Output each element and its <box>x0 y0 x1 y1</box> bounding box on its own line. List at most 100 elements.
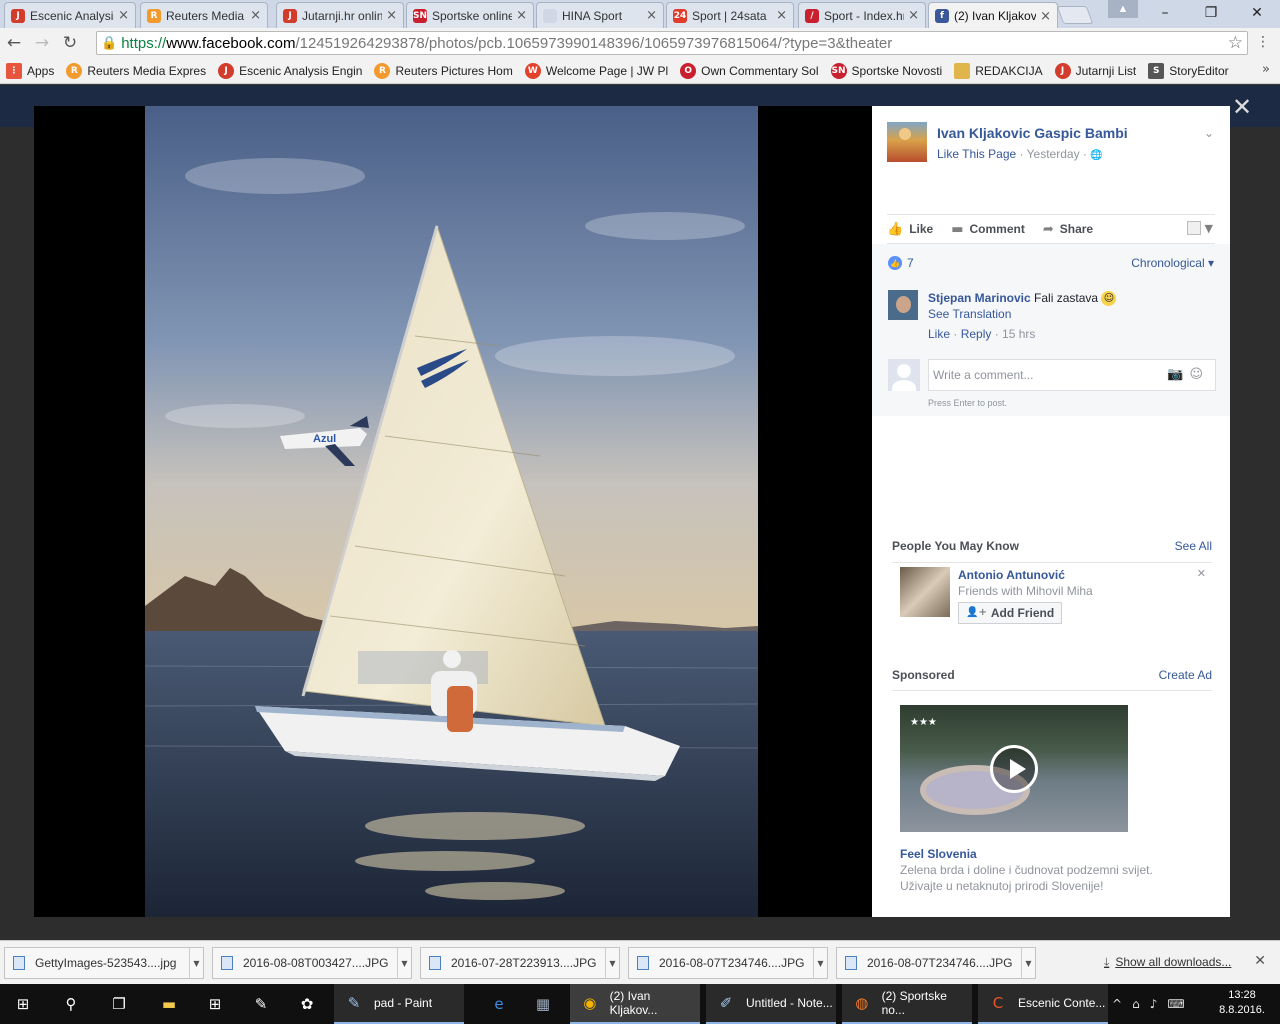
forward-button[interactable]: → <box>28 33 56 53</box>
browser-tab[interactable]: R Reuters Media Ex × <box>140 2 268 28</box>
chrome-menu-icon[interactable]: ⋮ <box>1256 34 1270 50</box>
tab-close-icon[interactable]: × <box>1040 9 1051 24</box>
address-bar[interactable]: 🔒 https://www.facebook.com/1245192642938… <box>96 31 1248 55</box>
browser-tab[interactable]: J Escenic Analysis × <box>4 2 136 28</box>
tab-close-icon[interactable]: × <box>386 8 397 23</box>
gimp-button[interactable]: ✎ <box>238 984 284 1024</box>
commenter-avatar[interactable] <box>888 290 918 320</box>
bookmark-item[interactable]: W Welcome Page | JW Pl <box>524 62 668 79</box>
tab-close-icon[interactable]: × <box>908 8 919 23</box>
like-page-link[interactable]: Like This Page <box>937 147 1016 161</box>
bookmark-item[interactable]: R Reuters Media Expres <box>66 62 206 79</box>
bookmark-star-icon[interactable]: ☆ <box>1228 33 1243 53</box>
download-menu-chevron-icon[interactable]: ▼ <box>189 948 203 978</box>
clock[interactable]: 13:28 8.8.2016. <box>1216 988 1268 1018</box>
download-item[interactable]: 2016-07-28T223913....JPG ▼ <box>420 947 620 979</box>
taskbar-pinned-app[interactable]: ▦ <box>520 984 566 1024</box>
comment-order-dropdown[interactable]: Chronological ▾ <box>1131 256 1214 270</box>
taskbar-pinned-app[interactable]: e <box>476 984 522 1024</box>
download-menu-chevron-icon[interactable]: ▼ <box>1021 948 1035 978</box>
search-button[interactable]: ⚲ <box>48 984 94 1024</box>
tab-close-icon[interactable]: × <box>516 8 527 23</box>
store-button[interactable]: ⊞ <box>192 984 238 1024</box>
show-all-downloads-link[interactable]: ⤓ Show all downloads... <box>1104 955 1231 970</box>
bookmark-item[interactable]: REDAKCIJA <box>954 62 1043 79</box>
download-menu-chevron-icon[interactable]: ▼ <box>813 948 827 978</box>
dismiss-icon[interactable]: ✕ <box>1197 567 1206 580</box>
comment-like-link[interactable]: Like <box>928 327 950 341</box>
browser-tab[interactable]: J Jutarnji.hr online × <box>276 2 404 28</box>
download-menu-chevron-icon[interactable]: ▼ <box>605 948 619 978</box>
comment-button[interactable]: ▬ Comment <box>951 222 1025 237</box>
download-item[interactable]: 2016-08-07T234746....JPG ▼ <box>628 947 828 979</box>
download-menu-chevron-icon[interactable]: ▼ <box>397 948 411 978</box>
tab-close-icon[interactable]: × <box>776 8 787 23</box>
tray-up-icon[interactable]: ^ <box>1112 997 1122 1011</box>
browser-tab[interactable]: f (2) Ivan Kljakovic × <box>928 2 1058 29</box>
taskbar-app[interactable]: ◉ (2) Ivan Kljakov... <box>570 984 700 1024</box>
see-all-link[interactable]: See All <box>1175 539 1212 553</box>
close-window-button[interactable]: ✕ <box>1234 0 1280 26</box>
bookmark-item[interactable]: J Jutarnji List <box>1054 62 1136 79</box>
page-avatar[interactable] <box>887 122 927 162</box>
restore-button[interactable]: ❐ <box>1188 0 1234 26</box>
create-ad-link[interactable]: Create Ad <box>1159 668 1212 682</box>
taskbar-app[interactable]: C Escenic Conte... <box>978 984 1108 1024</box>
tab-close-icon[interactable]: × <box>250 8 261 23</box>
close-theater-icon[interactable]: ✕ <box>1232 93 1252 121</box>
bookmark-item[interactable]: SN Sportske Novosti <box>830 62 942 79</box>
close-downloads-icon[interactable]: ✕ <box>1254 953 1266 969</box>
taskbar-app[interactable]: ✎ pad - Paint <box>334 984 464 1024</box>
sailing-photo[interactable]: Azul <box>145 106 758 917</box>
download-item[interactable]: 2016-08-07T234746....JPG ▼ <box>836 947 1036 979</box>
page-name-link[interactable]: Ivan Kljakovic Gaspic Bambi <box>937 125 1128 141</box>
bookmark-item[interactable]: J Escenic Analysis Engin <box>218 62 362 79</box>
likes-summary[interactable]: 👍 7 <box>888 256 914 270</box>
keyboard-icon[interactable]: ⌨ <box>1167 997 1184 1011</box>
volume-icon[interactable]: ♪ <box>1150 997 1158 1011</box>
camera-icon[interactable]: 📷 <box>1167 367 1189 382</box>
comment-author[interactable]: Stjepan Marinovic <box>928 291 1031 305</box>
emoji-picker-icon[interactable]: ☺ <box>1189 367 1209 382</box>
pymk-name[interactable]: Antonio Antunović <box>958 567 1093 583</box>
comment-input[interactable]: Write a comment... 📷☺ <box>928 359 1216 391</box>
back-button[interactable]: ← <box>0 33 28 53</box>
browser-tab[interactable]: SN Sportske online × <box>406 2 534 28</box>
bookmark-item[interactable]: O Own Commentary Sol <box>680 62 819 79</box>
ad-title[interactable]: Feel Slovenia <box>900 846 1200 862</box>
start-button[interactable]: ⊞ <box>0 984 46 1024</box>
actor-selector[interactable]: ▼ <box>1186 221 1213 235</box>
new-tab-button[interactable] <box>1056 6 1094 24</box>
post-time[interactable]: Yesterday <box>1027 147 1080 161</box>
more-bookmarks-icon[interactable]: » <box>1262 62 1270 77</box>
file-explorer-button[interactable]: ▬ <box>146 984 192 1024</box>
tab-close-icon[interactable]: × <box>118 8 129 23</box>
photo-stage[interactable]: Azul <box>34 106 872 917</box>
like-button[interactable]: 👍 Like <box>887 222 933 237</box>
add-friend-button[interactable]: 👤+ Add Friend <box>958 602 1063 624</box>
share-button[interactable]: ➦ Share <box>1043 222 1093 237</box>
tab-close-icon[interactable]: × <box>646 8 657 23</box>
network-icon[interactable]: ⌂ <box>1132 997 1140 1011</box>
bookmark-item[interactable]: R Reuters Pictures Hom <box>374 62 513 79</box>
paint-pinned-button[interactable]: ✿ <box>284 984 330 1024</box>
minimize-button[interactable]: – <box>1142 0 1188 26</box>
play-icon[interactable] <box>990 745 1038 793</box>
browser-tab[interactable]: HINA Sport × <box>536 2 664 28</box>
browser-tab[interactable]: / Sport - Index.hr × <box>798 2 926 28</box>
taskbar-app[interactable]: ✐ Untitled - Note... <box>706 984 836 1024</box>
post-options-chevron-icon[interactable]: ⌄ <box>1204 126 1214 140</box>
taskbar-app[interactable]: ◍ (2) Sportske no... <box>842 984 972 1024</box>
reload-button[interactable]: ↻ <box>56 33 84 53</box>
ad-video[interactable]: ★★★ <box>900 705 1128 832</box>
task-view-button[interactable]: ❐ <box>96 984 142 1024</box>
bookmark-item[interactable]: S StoryEditor <box>1148 62 1229 79</box>
comment-reply-link[interactable]: Reply <box>961 327 992 341</box>
comment-time[interactable]: 15 hrs <box>1002 327 1035 341</box>
browser-tab[interactable]: 24 Sport | 24sata × <box>666 2 794 28</box>
pymk-photo[interactable] <box>900 567 950 617</box>
download-item[interactable]: GettyImages-523543....jpg ▼ <box>4 947 204 979</box>
bookmark-item[interactable]: ⋮ Apps <box>6 62 54 79</box>
see-translation-link[interactable]: See Translation <box>928 307 1011 321</box>
download-item[interactable]: 2016-08-08T003427....JPG ▼ <box>212 947 412 979</box>
